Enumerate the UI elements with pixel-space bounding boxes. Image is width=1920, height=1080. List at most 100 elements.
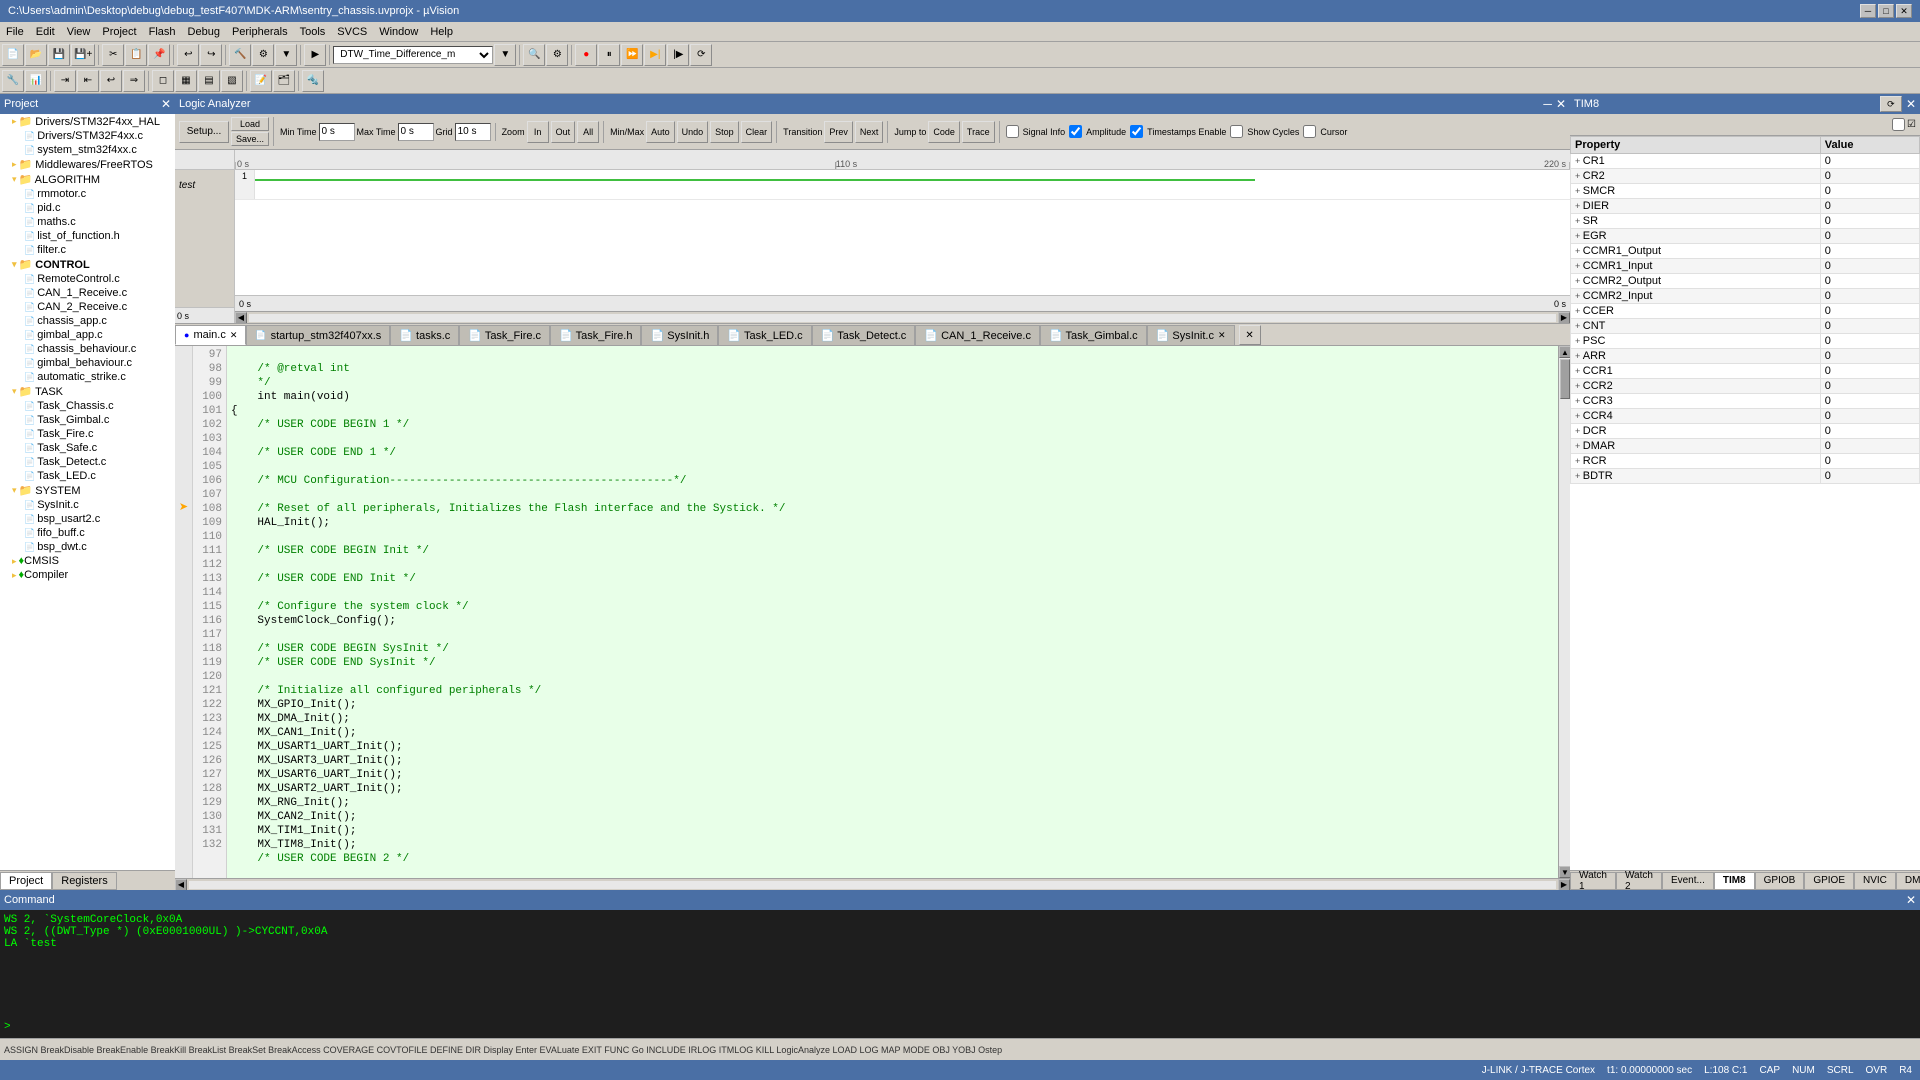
tim8-tab-event[interactable]: Event...: [1662, 872, 1714, 890]
la-undo-btn[interactable]: Undo: [677, 121, 709, 143]
footer-tab-project[interactable]: Project: [0, 872, 52, 890]
la-next-btn[interactable]: Next: [855, 121, 884, 143]
tree-group-control[interactable]: ▾📁 CONTROL: [0, 257, 175, 272]
code-content[interactable]: /* @retval int */ int main(void) { /* US…: [227, 346, 1558, 878]
tim8-expand-egr[interactable]: +: [1575, 231, 1583, 241]
tb-cut[interactable]: ✂: [102, 44, 124, 66]
tab-task-detect[interactable]: 📄 Task_Detect.c: [812, 325, 916, 345]
tab-task-led[interactable]: 📄 Task_LED.c: [718, 325, 811, 345]
tree-group-compiler[interactable]: ▸♦ Compiler: [0, 568, 175, 582]
tim8-tab-watch2[interactable]: Watch 2: [1616, 872, 1662, 890]
tree-group-system[interactable]: ▾📁 SYSTEM: [0, 483, 175, 498]
tim8-tab-gpiob[interactable]: GPIOB: [1755, 872, 1805, 890]
tab-sysinit-c[interactable]: 📄 SysInit.c ✕: [1147, 325, 1235, 345]
tb-step-out[interactable]: |▶: [667, 44, 689, 66]
tim8-expand-ccr3[interactable]: +: [1575, 396, 1583, 406]
tim8-tab-watch1[interactable]: Watch 1: [1570, 872, 1616, 890]
tree-file-task-fire[interactable]: 📄 Task_Fire.c: [0, 427, 175, 441]
tb2-view1[interactable]: ◻: [152, 70, 174, 92]
maximize-button[interactable]: □: [1878, 4, 1894, 18]
close-button[interactable]: ✕: [1896, 4, 1912, 18]
tree-file-task-safe[interactable]: 📄 Task_Safe.c: [0, 441, 175, 455]
tim8-expand-ccr1[interactable]: +: [1575, 366, 1583, 376]
editor-tab-close-all[interactable]: ✕: [1239, 325, 1261, 345]
editor-hscroll-track[interactable]: [189, 881, 1556, 889]
tab-task-fire-c[interactable]: 📄 Task_Fire.c: [459, 325, 550, 345]
tim8-expand-cr1[interactable]: +: [1575, 156, 1583, 166]
tim8-expand-ccmr1_output[interactable]: +: [1575, 246, 1583, 256]
tree-file-filter[interactable]: 📄 filter.c: [0, 243, 175, 257]
tim8-expand-dcr[interactable]: +: [1575, 426, 1583, 436]
tree-file-task-detect[interactable]: 📄 Task_Detect.c: [0, 455, 175, 469]
la-grid-input[interactable]: [455, 123, 491, 141]
tb2-mem1[interactable]: 📝: [250, 70, 272, 92]
tb-run[interactable]: ●: [575, 44, 597, 66]
tree-file-fifo[interactable]: 📄 fifo_buff.c: [0, 526, 175, 540]
tab-tasks[interactable]: 📄 tasks.c: [390, 325, 459, 345]
tim8-expand-ccr2[interactable]: +: [1575, 381, 1583, 391]
la-load-btn[interactable]: Load: [231, 117, 269, 131]
la-scrollbar[interactable]: ◀ ▶: [235, 311, 1570, 323]
tim8-update-check[interactable]: [1892, 118, 1905, 131]
footer-tab-registers[interactable]: Registers: [52, 872, 116, 890]
tb2-step1[interactable]: ⇥: [54, 70, 76, 92]
tb-step[interactable]: ⏩: [621, 44, 643, 66]
la-zoom-in[interactable]: In: [527, 121, 549, 143]
tree-file-bsp-usart2[interactable]: 📄 bsp_usart2.c: [0, 512, 175, 526]
tb-debug[interactable]: ▶: [304, 44, 326, 66]
tb2-btn2[interactable]: 📊: [25, 70, 47, 92]
tab-main-c[interactable]: ● main.c ✕: [175, 325, 246, 345]
la-mintime-input[interactable]: [319, 123, 355, 141]
tim8-expand-arr[interactable]: +: [1575, 351, 1583, 361]
tb2-extra1[interactable]: 🔩: [302, 70, 324, 92]
menu-svcs[interactable]: SVCS: [331, 25, 373, 39]
tree-file-can2[interactable]: 📄 CAN_2_Receive.c: [0, 300, 175, 314]
la-showcycles-check[interactable]: [1230, 125, 1243, 138]
tree-file-remote[interactable]: 📄 RemoteControl.c: [0, 272, 175, 286]
tim8-table[interactable]: Property Value + CR10+ CR20+ SMCR0+ DIER…: [1570, 136, 1920, 870]
tb-copy[interactable]: 📋: [125, 44, 147, 66]
tb2-view4[interactable]: ▧: [221, 70, 243, 92]
tim8-tab-tim8[interactable]: TIM8: [1714, 872, 1755, 890]
command-close-icon[interactable]: ✕: [1906, 893, 1916, 907]
tb2-mem2[interactable]: 🗂: [273, 70, 295, 92]
menu-help[interactable]: Help: [424, 25, 459, 39]
tb-open[interactable]: 📂: [25, 44, 47, 66]
tb-save-all[interactable]: 💾+: [71, 44, 95, 66]
tim8-expand-rcr[interactable]: +: [1575, 456, 1583, 466]
la-clear-btn[interactable]: Clear: [741, 121, 773, 143]
minimize-button[interactable]: ─: [1860, 4, 1876, 18]
menu-debug[interactable]: Debug: [182, 25, 226, 39]
tab-task-gimbal[interactable]: 📄 Task_Gimbal.c: [1040, 325, 1147, 345]
menu-edit[interactable]: Edit: [30, 25, 61, 39]
tim8-expand-dier[interactable]: +: [1575, 201, 1583, 211]
tim8-refresh[interactable]: ⟳: [1880, 96, 1902, 112]
la-prev-btn[interactable]: Prev: [824, 121, 853, 143]
tree-file-sysinit[interactable]: 📄 SysInit.c: [0, 498, 175, 512]
tree-group-middlewares[interactable]: ▸📁 Middlewares/FreeRTOS: [0, 157, 175, 172]
tree-group-algorithm[interactable]: ▾📁 ALGORITHM: [0, 172, 175, 187]
tree-file-pid[interactable]: 📄 pid.c: [0, 201, 175, 215]
tree-file-task-chassis[interactable]: 📄 Task_Chassis.c: [0, 399, 175, 413]
menu-file[interactable]: File: [0, 25, 30, 39]
tb-redo[interactable]: ↪: [200, 44, 222, 66]
tree-file-list[interactable]: 📄 list_of_function.h: [0, 229, 175, 243]
tree-group-cmsis[interactable]: ▸♦ CMSIS: [0, 554, 175, 568]
tb-paste[interactable]: 📌: [148, 44, 170, 66]
tb2-step3[interactable]: ↩: [100, 70, 122, 92]
la-zoom-all[interactable]: All: [577, 121, 599, 143]
editor-hscroll-left[interactable]: ◀: [175, 879, 187, 891]
tb2-step4[interactable]: ⇒: [123, 70, 145, 92]
tb-target-select[interactable]: DTW_Time_Difference_m: [333, 46, 493, 64]
tree-file-drivers-stm32[interactable]: 📄 Drivers/STM32F4xx.c: [0, 129, 175, 143]
tree-file-can1[interactable]: 📄 CAN_1_Receive.c: [0, 286, 175, 300]
tim8-expand-psc[interactable]: +: [1575, 336, 1583, 346]
editor-scroll-down[interactable]: ▼: [1559, 866, 1570, 878]
tb-target-options[interactable]: ▼: [494, 44, 516, 66]
command-input[interactable]: [15, 1021, 1916, 1033]
project-tree[interactable]: ▸📁 Drivers/STM32F4xx_HAL 📄 Drivers/STM32…: [0, 114, 175, 870]
tim8-tab-nvic[interactable]: NVIC: [1854, 872, 1896, 890]
tab-sysinit-c-close[interactable]: ✕: [1218, 330, 1226, 341]
tree-file-gimbal-app[interactable]: 📄 gimbal_app.c: [0, 328, 175, 342]
tb-rebuild[interactable]: ⚙: [252, 44, 274, 66]
